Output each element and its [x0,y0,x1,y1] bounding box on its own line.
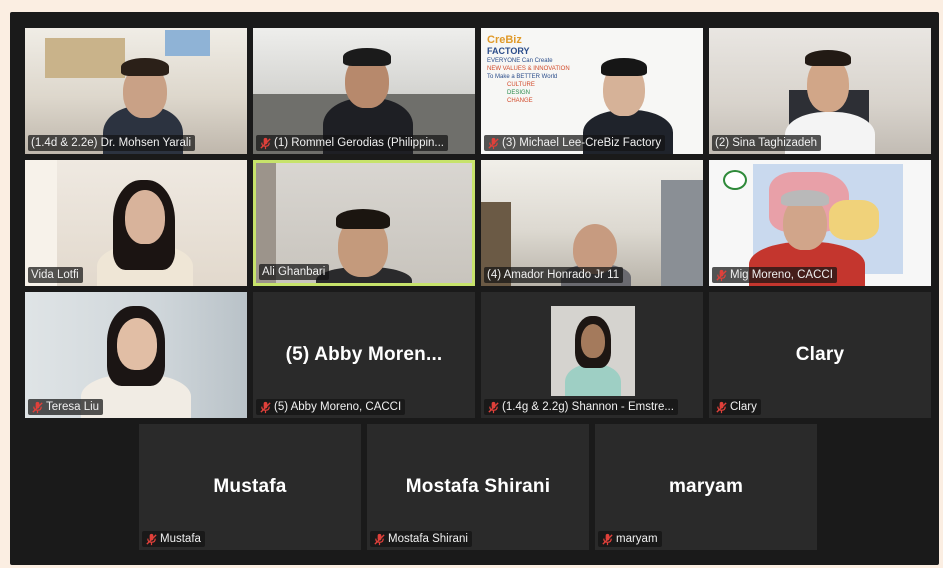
participant-label: Mig Moreno, CACCI [712,267,837,283]
video-tile-mohsen-yarali[interactable]: (1.4d & 2.2e) Dr. Mohsen Yarali [25,28,247,154]
slide-line: DESIGN [507,90,531,96]
slide-line: CHANGE [507,98,533,104]
video-off-tile-mustafa[interactable]: Mustafa Mustafa [139,424,361,550]
slide-line: NEW VALUES & INNOVATION [487,66,570,72]
video-off-tile-mostafa-shirani[interactable]: Mostafa Shirani Mostafa Shirani [367,424,589,550]
video-tile-michael-lee[interactable]: CreBiz FACTORY EVERYONE Can Create NEW V… [481,28,703,154]
video-tile-ali-ghanbari-active-speaker[interactable]: Ali Ghanbari [253,160,475,286]
video-tile-mig-moreno[interactable]: Mig Moreno, CACCI [709,160,931,286]
participant-label: (5) Abby Moreno, CACCI [256,399,406,415]
participant-label: maryam [598,531,662,547]
participant-name: Mostafa Shirani [388,533,468,545]
muted-mic-icon [374,533,385,545]
zoom-gallery-window: (1.4d & 2.2e) Dr. Mohsen Yarali (1) Romm… [10,12,939,565]
muted-mic-icon [260,137,271,149]
video-off-tile-shannon[interactable]: (1.4g & 2.2g) Shannon - Emstre... [481,292,703,418]
muted-mic-icon [716,401,727,413]
participant-label: (1.4d & 2.2e) Dr. Mohsen Yarali [28,135,196,151]
participant-name: Mustafa [160,533,201,545]
participant-name: (1) Rommel Gerodias (Philippin... [274,137,445,149]
video-off-tile-clary[interactable]: Clary Clary [709,292,931,418]
crebiz-slide: CreBiz FACTORY EVERYONE Can Create NEW V… [487,34,582,105]
participant-name: (5) Abby Moreno, CACCI [274,401,402,413]
participant-name: Clary [730,401,757,413]
participant-name: Mig Moreno, CACCI [730,269,833,281]
video-off-tile-maryam[interactable]: maryam maryam [595,424,817,550]
slide-brand: CreBiz [487,34,522,46]
participant-label: (3) Michael Lee-CreBiz Factory [484,135,666,151]
video-tile-vida-lotfi[interactable]: Vida Lotfi [25,160,247,286]
muted-mic-icon [146,533,157,545]
slide-line: To Make a BETTER World [487,74,558,80]
participant-name: (4) Amador Honrado Jr 11 [487,269,620,281]
muted-mic-icon [488,137,499,149]
participant-name: maryam [616,533,658,545]
participant-name: Vida Lotfi [31,269,79,281]
video-tile-amador-honrado[interactable]: (4) Amador Honrado Jr 11 [481,160,703,286]
slide-line: EVERYONE Can Create [487,58,553,64]
participant-name: (3) Michael Lee-CreBiz Factory [502,137,662,149]
video-off-tile-abby-moreno[interactable]: (5) Abby Moren... (5) Abby Moreno, CACCI [253,292,475,418]
participant-label: Mostafa Shirani [370,531,472,547]
participant-name: Teresa Liu [46,401,100,413]
participant-label: (1.4g & 2.2g) Shannon - Emstre... [484,399,678,415]
muted-mic-icon [602,533,613,545]
muted-mic-icon [260,401,271,413]
participant-label: Mustafa [142,531,205,547]
participant-name: Ali Ghanbari [262,266,326,278]
video-tile-sina-taghizadeh[interactable]: (2) Sina Taghizadeh [709,28,931,154]
participant-name: (1.4d & 2.2e) Dr. Mohsen Yarali [31,137,192,149]
participant-name: (2) Sina Taghizadeh [715,137,818,149]
participant-label: (1) Rommel Gerodias (Philippin... [256,135,449,151]
video-tile-teresa-liu[interactable]: Teresa Liu [25,292,247,418]
slide-line: CULTURE [507,82,535,88]
muted-mic-icon [716,269,727,281]
muted-mic-icon [32,401,43,413]
muted-mic-icon [488,401,499,413]
slide-brand-sub: FACTORY [487,46,530,56]
profile-picture [551,306,635,396]
participant-name: (1.4g & 2.2g) Shannon - Emstre... [502,401,674,413]
participant-label: Vida Lotfi [28,267,83,283]
participant-label: Teresa Liu [28,399,104,415]
participant-label: Ali Ghanbari [259,264,330,280]
participant-label: (4) Amador Honrado Jr 11 [484,267,624,283]
participant-label: (2) Sina Taghizadeh [712,135,822,151]
video-tile-rommel-gerodias[interactable]: (1) Rommel Gerodias (Philippin... [253,28,475,154]
participant-label: Clary [712,399,761,415]
